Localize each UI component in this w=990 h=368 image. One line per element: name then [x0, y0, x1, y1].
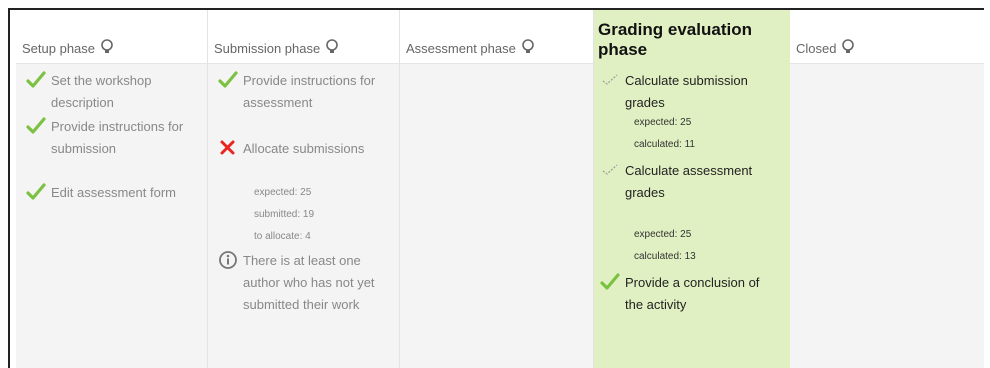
- phase-submission: Submission phase Provide instructions fo…: [208, 10, 400, 368]
- phase-setup: Setup phase Set the workshop description: [16, 10, 208, 368]
- task-label: Calculate assessment grades: [625, 163, 753, 200]
- check-icon: [26, 182, 46, 202]
- phase-closed-tasks: [790, 64, 984, 368]
- lightbulb-icon[interactable]: [841, 39, 855, 58]
- task-detail: expected: 25: [634, 117, 692, 128]
- workshop-planner: Setup phase Set the workshop description: [8, 8, 984, 368]
- phase-title: Assessment phase: [406, 41, 516, 56]
- phase-submission-header: Submission phase: [208, 10, 399, 64]
- lightbulb-icon[interactable]: [100, 39, 114, 58]
- task-label: Allocate submissions: [243, 141, 365, 156]
- check-icon: [26, 70, 46, 90]
- todo-check-icon: [600, 160, 620, 180]
- task-detail: expected: 25: [254, 187, 312, 198]
- task-label: There is at least one author who has not…: [243, 253, 375, 312]
- task-detail: submitted: 19: [254, 209, 315, 220]
- task-detail: calculated: 11: [634, 139, 695, 150]
- phase-assessment-header: Assessment phase: [400, 10, 593, 64]
- phase-assessment: Assessment phase: [400, 10, 594, 368]
- info-icon: [218, 250, 238, 270]
- check-icon: [26, 116, 46, 136]
- lightbulb-icon[interactable]: [325, 39, 339, 58]
- lightbulb-icon[interactable]: [521, 39, 535, 58]
- phase-title: Submission phase: [214, 41, 321, 56]
- phase-closed-header: Closed: [790, 10, 984, 64]
- task-detail: calculated: 13: [634, 251, 696, 262]
- task-label: Provide a conclusion of the activity: [625, 275, 760, 312]
- phases-row: Setup phase Set the workshop description: [16, 10, 984, 368]
- phase-grading-header: Grading evaluation phase: [594, 10, 790, 64]
- task-detail: to allocate: 4: [254, 231, 311, 242]
- task-label: Provide instructions for assessment: [243, 73, 376, 110]
- task-detail: expected: 25: [634, 229, 692, 240]
- phase-title: Closed: [796, 41, 837, 56]
- task-label: Provide instructions for submission: [51, 119, 184, 156]
- todo-check-icon: [600, 70, 620, 90]
- check-icon: [218, 70, 238, 90]
- phase-grading-evaluation: Grading evaluation phase Calculate submi…: [594, 10, 790, 368]
- phase-title: Setup phase: [22, 41, 96, 56]
- phase-grading-tasks: Calculate submission grades expected: 25…: [594, 64, 790, 368]
- phase-submission-tasks: Provide instructions for assessment Allo…: [208, 64, 399, 368]
- task-label: Calculate submission grades: [625, 73, 748, 110]
- phase-setup-header: Setup phase: [16, 10, 207, 64]
- task-label: Set the workshop description: [51, 73, 152, 110]
- phase-assessment-tasks: [400, 64, 593, 368]
- phase-setup-tasks: Set the workshop description Provide ins…: [16, 64, 207, 368]
- check-icon: [600, 272, 620, 292]
- cross-icon: [218, 138, 238, 158]
- phase-title: Grading evaluation phase: [598, 20, 752, 59]
- task-label: Edit assessment form: [51, 185, 176, 200]
- phase-closed: Closed: [790, 10, 984, 368]
